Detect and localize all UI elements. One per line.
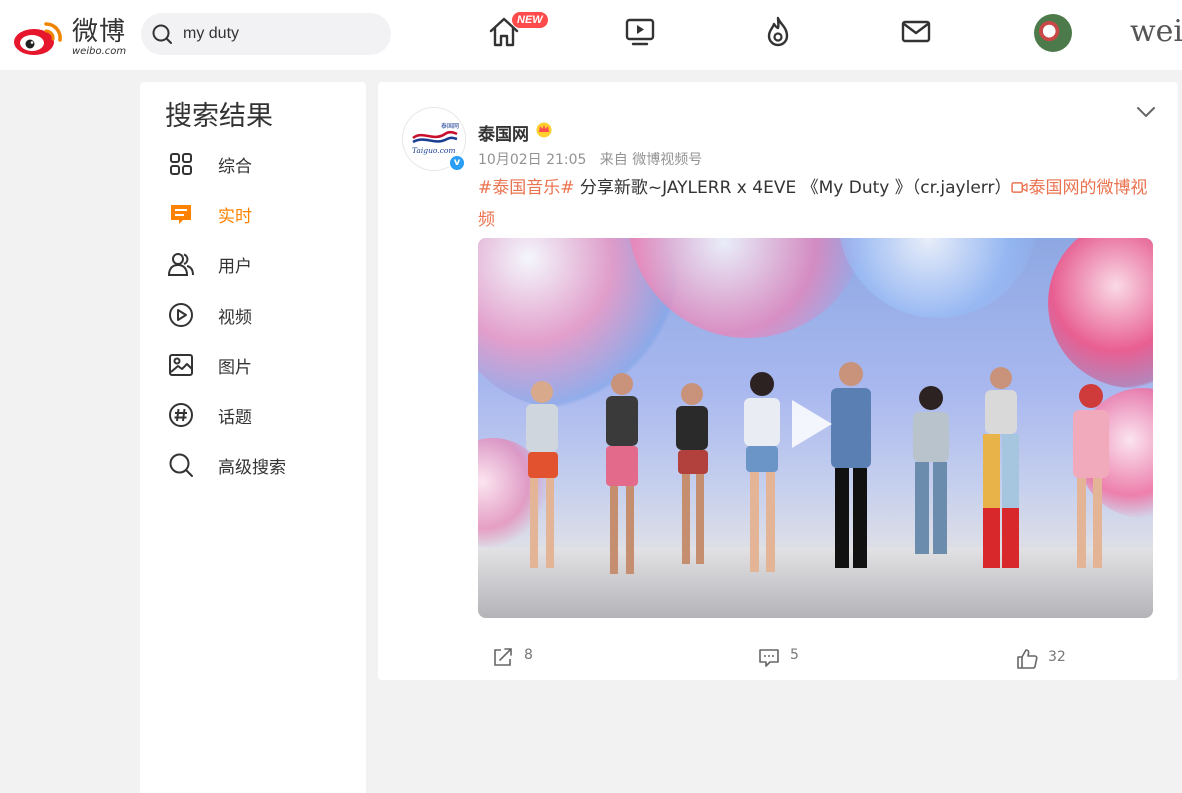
- comment-button[interactable]: 5: [758, 642, 818, 672]
- sidebar-item-topics[interactable]: 话题: [164, 397, 344, 433]
- sidebar-item-realtime[interactable]: 实时: [164, 196, 344, 232]
- like-count: 32: [1048, 649, 1066, 665]
- top-bar: 微博 weibo.com NEW weil: [0, 0, 1182, 70]
- play-circle-icon: [169, 303, 193, 327]
- realtime-icon: [171, 205, 191, 224]
- post-time[interactable]: 10月02日 21:05: [478, 152, 586, 168]
- chevron-down-icon[interactable]: [1134, 102, 1158, 122]
- sidebar-item-label: 用户: [218, 257, 252, 277]
- thumbs-up-icon: [1017, 649, 1038, 669]
- sidebar-item-images[interactable]: 图片: [164, 347, 344, 383]
- nav-hot[interactable]: [760, 14, 796, 50]
- sidebar-item-label: 实时: [218, 207, 252, 227]
- hashtag-link[interactable]: #泰国音乐#: [478, 178, 575, 198]
- author-name[interactable]: 泰国网: [478, 120, 529, 145]
- weibo-eye-icon: [14, 22, 62, 55]
- comment-count: 5: [790, 647, 799, 663]
- post-source: 来自 微博视频号: [599, 152, 703, 168]
- new-badge: NEW: [512, 12, 548, 28]
- search-sidebar: 搜索结果 综合 实时 用户 视频 图片 话题 高级搜索: [140, 82, 366, 793]
- nav-messages[interactable]: [898, 14, 934, 50]
- search-box[interactable]: [141, 13, 391, 55]
- sidebar-item-label: 图片: [218, 358, 252, 378]
- weibo-logo[interactable]: 微博 weibo.com: [12, 10, 128, 60]
- post-actions: 8 5 32: [378, 642, 1178, 672]
- user-avatar[interactable]: [1034, 14, 1072, 52]
- users-icon: [168, 253, 194, 276]
- sidebar-item-label: 综合: [218, 157, 252, 177]
- sidebar-item-label: 视频: [218, 308, 252, 328]
- post-text: #泰国音乐# 分享新歌~JAYLERR x 4EVE 《My Duty 》（cr…: [478, 172, 1158, 236]
- sidebar-item-label: 话题: [218, 408, 252, 428]
- flame-icon: [767, 16, 789, 47]
- verified-badge-icon: v: [448, 154, 466, 172]
- sidebar-item-advanced-search[interactable]: 高级搜索: [164, 447, 344, 483]
- play-icon[interactable]: [792, 400, 832, 448]
- image-icon: [169, 354, 193, 376]
- grid-icon: [170, 153, 192, 175]
- video-camera-icon: [1011, 182, 1029, 193]
- hashtag-icon: [169, 403, 193, 427]
- sidebar-item-label: 高级搜索: [218, 458, 286, 478]
- search-icon: [152, 24, 172, 44]
- search-input[interactable]: [183, 22, 373, 46]
- video-screen-icon: [625, 18, 655, 46]
- post-body: 分享新歌~JAYLERR x 4EVE 《My Duty 》（cr.jayler…: [574, 178, 1012, 198]
- post-meta: 10月02日 21:05 来自 微博视频号: [478, 149, 702, 169]
- like-button[interactable]: 32: [1016, 644, 1086, 674]
- sidebar-item-all[interactable]: 综合: [164, 146, 344, 182]
- comment-icon: [759, 649, 779, 667]
- svg-text:泰国网: 泰国网: [441, 122, 459, 130]
- vip-crown-icon: [536, 122, 552, 138]
- feed-card: 泰国网 Taiguo.com v 泰国网 10月02日 21:05 来自 微博视…: [378, 82, 1178, 680]
- sidebar-item-users[interactable]: 用户: [164, 246, 344, 282]
- mail-icon: [901, 20, 931, 43]
- video-player[interactable]: [478, 238, 1153, 618]
- nav-video[interactable]: [622, 14, 658, 50]
- svg-text:Taiguo.com: Taiguo.com: [412, 146, 456, 155]
- repost-button[interactable]: 8: [492, 642, 552, 672]
- share-icon: [494, 648, 512, 666]
- weibo-wordmark-cut: weil: [1130, 14, 1182, 49]
- logo-wordmark: 微博: [72, 17, 127, 47]
- sidebar-item-video[interactable]: 视频: [164, 297, 344, 333]
- search-icon: [169, 453, 193, 477]
- sidebar-title: 搜索结果: [165, 101, 273, 132]
- repost-count: 8: [524, 647, 533, 663]
- logo-domain: weibo.com: [72, 46, 127, 57]
